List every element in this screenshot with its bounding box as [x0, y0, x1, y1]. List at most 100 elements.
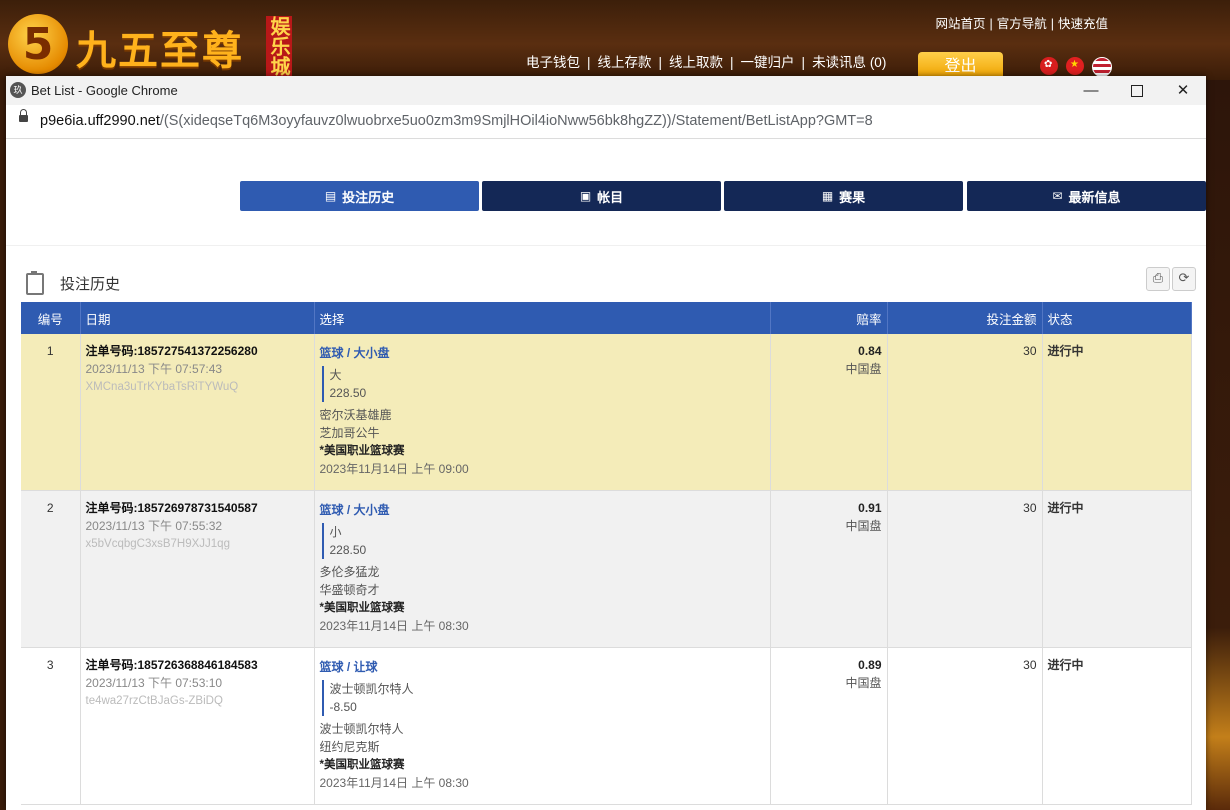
- maximize-icon: [1131, 85, 1143, 98]
- odds-type: 中国盘: [845, 676, 882, 690]
- row-selection-cell: 篮球 / 大小盘 小 228.50 多伦多猛龙 华盛顿奇才 *美国职业篮球赛 2…: [314, 490, 771, 648]
- tab-statement[interactable]: ▣ 帐目: [482, 181, 721, 211]
- url-text[interactable]: p9e6ia.uff2990.net/(S(xideqseTq6M3oyyfau…: [40, 113, 873, 129]
- maximize-button[interactable]: [1114, 78, 1160, 104]
- bet-time: 2023/11/13 下午 07:55:32: [85, 519, 223, 533]
- bet-time: 2023/11/13 下午 07:53:10: [85, 676, 223, 690]
- col-header-date: 日期: [80, 302, 315, 334]
- table-row[interactable]: 2 注单号码:185726978731540587 2023/11/13 下午 …: [21, 490, 1192, 648]
- printer-icon: ⎙: [1152, 271, 1164, 286]
- page-content: ▤ 投注历史 ▣ 帐目 ▦ 赛果 ✉ 最新信息 投注历史 ⎙ ⟳ 编号 日期 选…: [6, 139, 1206, 810]
- row-odds-cell: 0.84 中国盘: [770, 334, 888, 491]
- nav-wallet[interactable]: 电子钱包: [526, 55, 580, 70]
- bet-pick: 小 228.50: [321, 523, 765, 559]
- bet-pick: 大 228.50: [321, 366, 765, 402]
- team-away: 纽约尼克斯: [319, 740, 380, 754]
- tab-label: 投注历史: [342, 189, 395, 205]
- browser-window: 玖 Bet List - Google Chrome — ✕ p9e6ia.uf…: [6, 76, 1206, 810]
- bet-type: 篮球 / 让球: [319, 660, 378, 674]
- window-titlebar[interactable]: 玖 Bet List - Google Chrome — ✕: [6, 76, 1206, 105]
- row-selection-cell: 篮球 / 大小盘 大 228.50 密尔沃基雄鹿 芝加哥公牛 *美国职业篮球赛 …: [314, 334, 771, 491]
- site-header: 5 九五至尊 娱乐城 网站首页 | 官方导航 | 快速充值 电子钱包 | 线上存款 | 线上取款…: [0, 0, 1230, 80]
- row-odds-cell: 0.91 中国盘: [770, 490, 888, 648]
- favicon-icon: 玖: [10, 82, 26, 98]
- row-number: 2: [21, 490, 81, 648]
- nav-withdraw[interactable]: 线上取款: [669, 55, 723, 70]
- kickoff-time: 2023年11月14日 上午 08:30: [319, 776, 469, 790]
- url-host: p9e6ia.uff2990.net: [40, 113, 160, 129]
- section-header: 投注历史 ⎙ ⟳: [26, 267, 1196, 301]
- pick-line: 228.50: [329, 386, 367, 400]
- bet-list-table: 编号 日期 选择 赔率 投注金额 状态 1 注单号码:1857275413722…: [21, 302, 1192, 805]
- tabs-bar: ▤ 投注历史 ▣ 帐目 ▦ 赛果 ✉ 最新信息: [6, 139, 1206, 246]
- results-icon: ▦: [821, 189, 834, 203]
- link-home[interactable]: 网站首页: [935, 17, 985, 31]
- table-row[interactable]: 1 注单号码:185727541372256280 2023/11/13 下午 …: [21, 334, 1192, 491]
- row-date-cell: 注单号码:185726978731540587 2023/11/13 下午 07…: [80, 490, 315, 648]
- row-amount: 30: [887, 334, 1043, 491]
- bet-type: 篮球 / 大小盘: [319, 346, 390, 360]
- hk-flag-icon[interactable]: [1040, 57, 1058, 75]
- logout-button[interactable]: 登出: [918, 52, 1003, 78]
- tab-bet-history[interactable]: ▤ 投注历史: [240, 181, 479, 211]
- bet-pick: 波士顿凯尔特人 -8.50: [321, 680, 765, 716]
- league-name: *美国职业篮球赛: [319, 445, 405, 457]
- odds-value: 0.84: [858, 344, 882, 358]
- pick-line: -8.50: [329, 700, 357, 714]
- bet-time: 2023/11/13 下午 07:57:43: [85, 362, 223, 376]
- row-number: 3: [21, 647, 81, 805]
- bet-type: 篮球 / 大小盘: [319, 503, 390, 517]
- team-home: 多伦多猛龙: [319, 565, 380, 579]
- bet-number: 注单号码:185726978731540587: [85, 501, 258, 515]
- us-flag-icon[interactable]: [1092, 57, 1112, 77]
- bet-number: 注单号码:185727541372256280: [85, 344, 258, 358]
- site-logo-icon[interactable]: 5: [8, 14, 68, 74]
- tab-announcements[interactable]: ✉ 最新信息: [967, 181, 1206, 211]
- pick-name: 小: [329, 525, 342, 539]
- row-status: 进行中: [1042, 334, 1192, 491]
- minimize-button[interactable]: —: [1068, 78, 1114, 104]
- kickoff-time: 2023年11月14日 上午 09:00: [319, 462, 469, 476]
- top-links: 网站首页 | 官方导航 | 快速充值: [935, 17, 1108, 31]
- row-status: 进行中: [1042, 490, 1192, 648]
- link-guide[interactable]: 官方导航: [997, 17, 1047, 31]
- refresh-button[interactable]: ⟳: [1172, 267, 1196, 291]
- address-bar[interactable]: p9e6ia.uff2990.net/(S(xideqseTq6M3oyyfau…: [6, 105, 1206, 139]
- row-amount: 30: [887, 490, 1043, 648]
- team-away: 芝加哥公牛: [319, 426, 380, 440]
- nav-transfer-all[interactable]: 一键归户: [741, 55, 795, 70]
- nav-deposit[interactable]: 线上存款: [598, 55, 652, 70]
- clipboard-icon: [26, 271, 44, 295]
- site-logo-badge: 娱乐城: [266, 16, 292, 76]
- table-row[interactable]: 3 注单号码:185726368846184583 2023/11/13 下午 …: [21, 647, 1192, 805]
- odds-type: 中国盘: [845, 519, 882, 533]
- bet-code: x5bVcqbgC3xsB7H9XJJ1qg: [85, 538, 230, 550]
- tab-results[interactable]: ▦ 赛果: [724, 181, 963, 211]
- kickoff-time: 2023年11月14日 上午 08:30: [319, 619, 469, 633]
- odds-type: 中国盘: [845, 362, 882, 376]
- close-button[interactable]: ✕: [1160, 78, 1206, 104]
- odds-value: 0.91: [858, 501, 882, 515]
- bet-number: 注单号码:185726368846184583: [85, 658, 258, 672]
- tab-label: 赛果: [839, 189, 866, 205]
- print-button[interactable]: ⎙: [1146, 267, 1170, 291]
- section-title: 投注历史: [60, 276, 121, 293]
- nav-messages[interactable]: 未读讯息 (0): [812, 55, 886, 70]
- cn-flag-icon[interactable]: [1066, 57, 1084, 75]
- bet-code: XMCna3uTrKYbaTsRiTYWuQ: [85, 381, 239, 393]
- bet-code: te4wa27rzCtBJaGs-ZBiDQ: [85, 695, 223, 707]
- table-header-row: 编号 日期 选择 赔率 投注金额 状态: [21, 302, 1192, 334]
- col-header-amount: 投注金额: [887, 302, 1043, 334]
- league-name: *美国职业篮球赛: [319, 602, 405, 614]
- team-home: 波士顿凯尔特人: [319, 722, 404, 736]
- pick-name: 波士顿凯尔特人: [329, 682, 414, 696]
- lock-icon[interactable]: [19, 109, 28, 122]
- link-quick-deposit[interactable]: 快速充值: [1058, 17, 1108, 31]
- league-name: *美国职业篮球赛: [319, 759, 405, 771]
- pick-name: 大: [329, 368, 342, 382]
- col-header-odds: 赔率: [770, 302, 888, 334]
- background-right: [1206, 80, 1230, 810]
- team-away: 华盛顿奇才: [319, 583, 380, 597]
- ledger-icon: ▣: [579, 189, 592, 203]
- team-home: 密尔沃基雄鹿: [319, 408, 392, 422]
